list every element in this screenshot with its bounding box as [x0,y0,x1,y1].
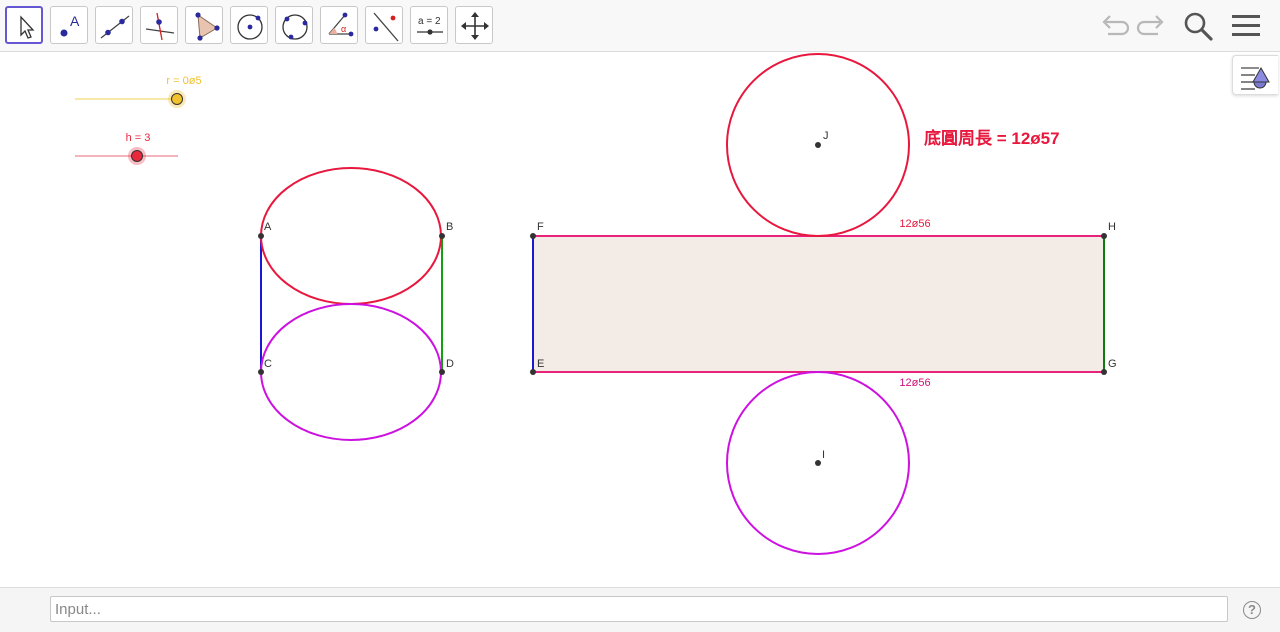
circle-center-tool-button[interactable] [230,6,268,44]
point-tool-glyph: A [70,13,80,29]
polygon-tool-icon [195,12,220,41]
point-b-label: B [446,221,453,233]
slider-h-label: h = 3 [126,132,151,144]
slider-tool-button[interactable]: a = 2 [410,6,448,44]
input-bar: ? [0,587,1280,632]
point-d-label: D [446,358,454,370]
point-d[interactable] [439,369,445,375]
reflect-tool-button[interactable] [365,6,403,44]
main-menu-button[interactable] [1228,8,1264,44]
point-j-label: J [823,130,829,142]
slider-r-label: r = 0ø5 [166,75,201,87]
point-g-label: G [1108,358,1117,370]
graphics-view[interactable]: r = 0ø5 h = 3 A B C D 12ø56 12ø56 J I F … [0,53,1280,587]
net-bottom-edge-length: 12ø56 [899,377,930,389]
reflect-about-line-tool-icon [373,12,399,42]
slider-tool-icon: a = 2 [417,16,443,35]
search-button[interactable] [1180,8,1216,44]
point-h-label: H [1108,221,1116,233]
slider-h-handle[interactable] [131,150,143,162]
perpendicular-line-tool-icon [145,12,175,41]
angle-tool-icon: α [328,12,354,37]
point-c-label: C [264,358,272,370]
circle-three-points-tool-icon [282,14,308,40]
search-icon [1184,12,1213,41]
point-e-label: E [537,358,544,370]
slider-tool-glyph: a = 2 [418,16,441,27]
move-graphics-view-tool-button[interactable] [455,6,493,44]
net-lateral-rectangle[interactable] [533,236,1104,372]
point-h[interactable] [1101,233,1107,239]
angle-tool-glyph: α [341,24,346,34]
redo-icon [1136,15,1164,36]
point-f-label: F [537,221,544,233]
cylinder-top-ellipse[interactable] [260,167,442,305]
base-circumference-text: 底圓周長 = 12ø57 [924,128,1060,148]
move-tool-icon [20,15,35,39]
slider-r-handle[interactable] [171,93,183,105]
circle-center-point-tool-icon [237,14,263,40]
point-j[interactable] [815,142,821,148]
cylinder-bottom-ellipse[interactable] [260,303,442,441]
redo-button[interactable] [1134,8,1170,44]
point-tool-button[interactable]: A [50,6,88,44]
style-bar-toggle-button[interactable] [1232,55,1278,95]
menu-icon [1232,15,1260,36]
undo-button[interactable] [1096,8,1132,44]
style-bar-icon [1241,66,1270,90]
point-a[interactable] [258,233,264,239]
polygon-tool-button[interactable] [185,6,223,44]
perpendicular-tool-button[interactable] [140,6,178,44]
net-top-edge-length: 12ø56 [899,218,930,230]
point-i-label: I [822,449,825,461]
point-i[interactable] [815,460,821,466]
circle-three-points-tool-button[interactable] [275,6,313,44]
point-a-label: A [264,221,272,233]
undo-icon [1102,15,1130,36]
line-tool-icon [100,15,130,39]
move-graphics-view-tool-icon [461,12,489,40]
point-g[interactable] [1101,369,1107,375]
point-e[interactable] [530,369,536,375]
input-field[interactable] [50,596,1228,622]
angle-tool-button[interactable]: α [320,6,358,44]
toolbar: A α a = 2 [0,0,1280,52]
move-tool-button[interactable] [5,6,43,44]
help-button[interactable]: ? [1243,601,1261,619]
point-tool-icon: A [60,13,80,37]
point-b[interactable] [439,233,445,239]
line-tool-button[interactable] [95,6,133,44]
point-f[interactable] [530,233,536,239]
